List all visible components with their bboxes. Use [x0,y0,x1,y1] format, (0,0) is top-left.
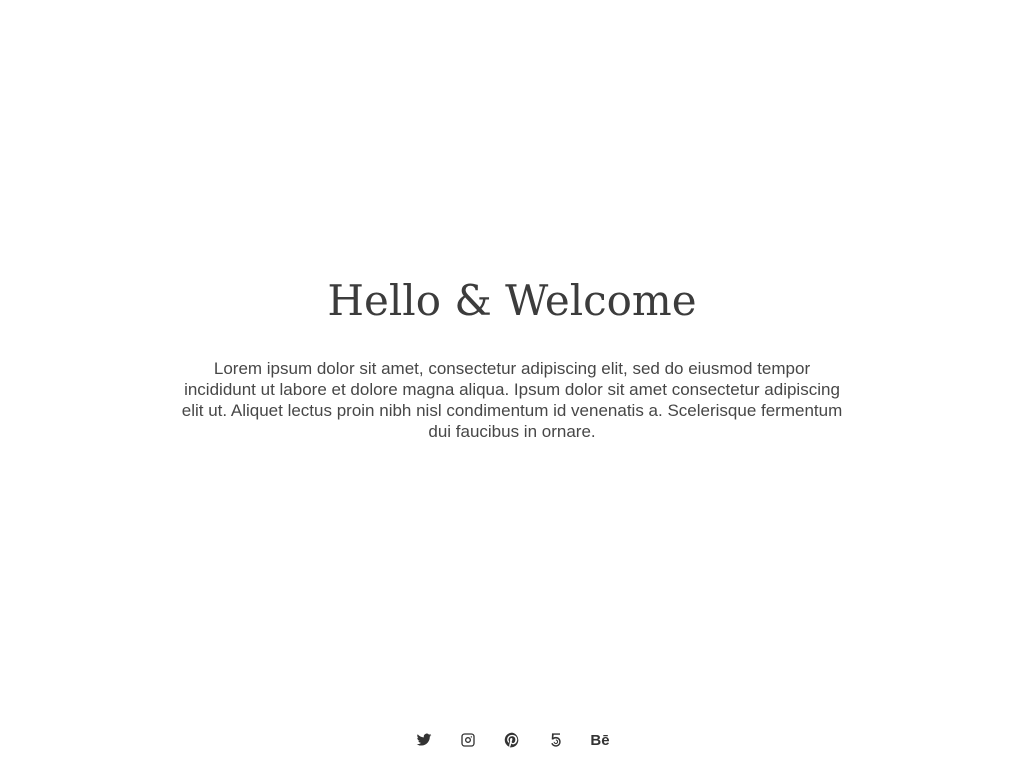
behance-icon: Bē [590,731,610,749]
pinterest-link[interactable] [501,726,523,754]
instagram-icon [461,733,475,747]
social-links: Bē [0,726,1024,754]
pinterest-icon [504,732,519,748]
page: Hello & Welcome Lorem ipsum dolor sit am… [0,0,1024,768]
twitter-icon [416,733,432,746]
instagram-link[interactable] [457,726,479,754]
500px-link[interactable] [545,726,567,754]
twitter-link[interactable] [413,726,435,754]
hero-section: Hello & Welcome Lorem ipsum dolor sit am… [0,274,1024,442]
page-title: Hello & Welcome [327,276,697,325]
intro-text: Lorem ipsum dolor sit amet, consectetur … [181,359,843,441]
500px-icon [551,733,561,747]
behance-link[interactable]: Bē [589,726,611,754]
